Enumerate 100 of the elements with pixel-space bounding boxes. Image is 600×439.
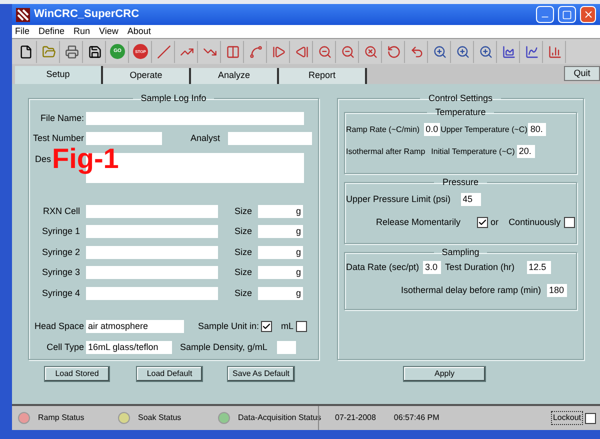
input-field[interactable] bbox=[228, 132, 312, 146]
checkbox[interactable] bbox=[296, 321, 307, 332]
menu-item[interactable]: Define bbox=[38, 27, 65, 36]
field-label: Analyst bbox=[190, 132, 220, 145]
field-label: mL bbox=[281, 320, 294, 333]
input-field[interactable] bbox=[86, 204, 218, 218]
field-label: Syringe 3 bbox=[42, 266, 80, 279]
input-field[interactable]: g bbox=[258, 246, 303, 259]
tab[interactable]: Operate bbox=[103, 68, 191, 84]
field-label: Syringe 2 bbox=[42, 246, 80, 259]
input-field[interactable]: 0.0 bbox=[424, 123, 440, 136]
field-label: Syringe 4 bbox=[42, 286, 80, 300]
field-label: Size bbox=[234, 225, 252, 238]
rotate-icon bbox=[386, 44, 400, 58]
checkbox[interactable] bbox=[476, 216, 488, 228]
push-button[interactable]: Apply bbox=[403, 366, 486, 382]
checkbox[interactable] bbox=[564, 216, 575, 228]
group-title: Control Settings bbox=[428, 93, 493, 103]
input-field[interactable] bbox=[86, 112, 304, 125]
columns-icon bbox=[226, 44, 240, 58]
menu-item[interactable]: File bbox=[15, 27, 30, 36]
field-label: Upper Pressure Limit (psi) bbox=[346, 193, 451, 206]
zoom-out-icon bbox=[340, 44, 354, 58]
input-field[interactable]: 45 bbox=[460, 193, 481, 206]
field-label: Size bbox=[234, 204, 252, 218]
field-label: Size bbox=[234, 266, 252, 279]
field-label: Size bbox=[234, 246, 252, 258]
field-label: Sample Unit in: bbox=[198, 320, 260, 333]
input-field[interactable]: g bbox=[258, 225, 303, 238]
menu-item[interactable]: Run bbox=[74, 27, 90, 36]
input-field[interactable]: 12.5 bbox=[526, 261, 551, 274]
push-button[interactable]: Load Default bbox=[136, 366, 203, 382]
field-label: Continuously bbox=[508, 216, 561, 229]
folder-icon bbox=[42, 44, 56, 58]
close-button[interactable] bbox=[580, 6, 596, 23]
zoom-in-icon bbox=[456, 44, 470, 58]
figure-label: Fig-1 bbox=[52, 144, 119, 172]
field-label: Test Number bbox=[32, 132, 84, 145]
zoom-in-icon bbox=[432, 44, 446, 58]
field-label: Sample Density, g/mL bbox=[180, 340, 268, 354]
input-field[interactable] bbox=[86, 286, 218, 300]
field-label: File Name: bbox=[40, 112, 84, 124]
step-forward-icon bbox=[272, 44, 286, 58]
undo-icon bbox=[410, 44, 424, 58]
input-field[interactable]: g bbox=[258, 286, 303, 300]
quit-button[interactable]: Quit bbox=[564, 66, 600, 81]
field-label: Test Duration (hr) bbox=[445, 261, 515, 274]
file-icon bbox=[18, 44, 32, 58]
input-field[interactable]: 180 bbox=[547, 284, 567, 297]
status-date: 07-21-2008 bbox=[335, 412, 376, 424]
field-label: Initial Temperature (~C) bbox=[431, 146, 515, 158]
maximize-button[interactable] bbox=[558, 6, 576, 23]
push-button[interactable]: Save As Default bbox=[227, 366, 295, 382]
field-label: Size bbox=[234, 286, 252, 300]
field-label: Isothermal after Ramp bbox=[346, 146, 426, 158]
group-title: Temperature bbox=[435, 106, 486, 116]
field-label: Des bbox=[35, 152, 52, 166]
input-field[interactable] bbox=[86, 225, 218, 238]
input-field[interactable]: 16mL glass/teflon bbox=[86, 340, 172, 354]
input-field[interactable]: 3.0 bbox=[423, 261, 442, 274]
area-chart-icon bbox=[502, 44, 516, 58]
tab[interactable]: Analyze bbox=[191, 68, 279, 84]
input-field[interactable]: 80. bbox=[528, 123, 546, 136]
search-x-icon bbox=[364, 44, 378, 58]
field-label: Cell Type bbox=[46, 340, 84, 354]
input-field[interactable] bbox=[86, 266, 218, 280]
group-title: Sampling bbox=[442, 246, 480, 256]
printer-icon bbox=[64, 44, 78, 58]
tab[interactable]: Setup bbox=[15, 66, 103, 84]
zoom-in-icon bbox=[478, 44, 492, 58]
input-field[interactable] bbox=[86, 132, 162, 146]
column-chart-icon bbox=[548, 44, 562, 58]
status-time: 06:57:46 PM bbox=[394, 412, 440, 424]
field-label: Head Space bbox=[34, 320, 84, 333]
slash-icon bbox=[156, 44, 170, 58]
group-title: Pressure bbox=[442, 176, 478, 186]
checkbox[interactable] bbox=[585, 412, 596, 424]
check-icon bbox=[478, 218, 487, 227]
status-label: Ramp Status bbox=[38, 412, 84, 424]
input-field[interactable] bbox=[86, 246, 218, 259]
field-label: Ramp Rate (~C/min) bbox=[346, 124, 420, 136]
input-field[interactable]: air atmosphere bbox=[86, 320, 184, 334]
push-button[interactable]: Load Stored bbox=[44, 366, 110, 382]
input-field[interactable]: g bbox=[258, 204, 303, 218]
checkbox[interactable] bbox=[261, 321, 272, 332]
status-label: Soak Status bbox=[138, 412, 182, 424]
step-back-icon bbox=[294, 44, 308, 58]
field-label: RXN Cell bbox=[42, 204, 80, 218]
check-icon bbox=[262, 322, 272, 332]
menu-item[interactable]: View bbox=[99, 27, 118, 36]
maximize-icon bbox=[562, 10, 572, 20]
tab[interactable]: Report bbox=[279, 68, 367, 84]
lockout-button[interactable]: Lockout bbox=[550, 411, 583, 425]
status-label: Data-Acquisition Status bbox=[238, 412, 322, 424]
input-field[interactable] bbox=[277, 340, 296, 354]
input-field[interactable]: 20. bbox=[516, 145, 535, 158]
minimize-button[interactable] bbox=[536, 6, 554, 23]
field-label: or bbox=[490, 216, 499, 228]
menu-item[interactable]: About bbox=[127, 27, 151, 36]
input-field[interactable]: g bbox=[258, 266, 303, 280]
